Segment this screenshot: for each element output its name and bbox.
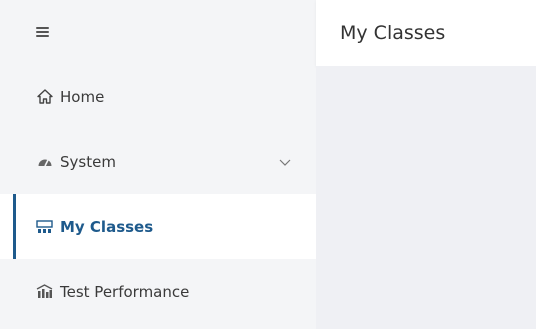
chevron-down-icon[interactable] (278, 155, 292, 169)
home-icon (36, 88, 53, 105)
sidebar: Home System My Classes Test Performance (0, 0, 316, 329)
sidebar-item-label: Home (60, 87, 105, 106)
sidebar-item-label: My Classes (60, 217, 154, 236)
sidebar-item-test-performance[interactable]: Test Performance (0, 259, 316, 324)
hamburger-menu-icon[interactable] (36, 27, 49, 37)
app-window: Home System My Classes Test Performance … (0, 0, 536, 329)
main-content (316, 66, 536, 329)
sidebar-item-label: Test Performance (60, 282, 190, 301)
sidebar-item-home[interactable]: Home (0, 64, 316, 129)
sidebar-item-system[interactable]: System (0, 129, 316, 194)
sidebar-header (0, 0, 316, 64)
page-title: My Classes (340, 22, 446, 44)
gauge-icon (36, 153, 53, 170)
classroom-icon (36, 218, 53, 235)
sidebar-item-label: System (60, 152, 116, 171)
topbar: My Classes (316, 0, 536, 66)
bar-chart-icon (36, 283, 53, 300)
sidebar-item-my-classes[interactable]: My Classes (0, 194, 316, 259)
